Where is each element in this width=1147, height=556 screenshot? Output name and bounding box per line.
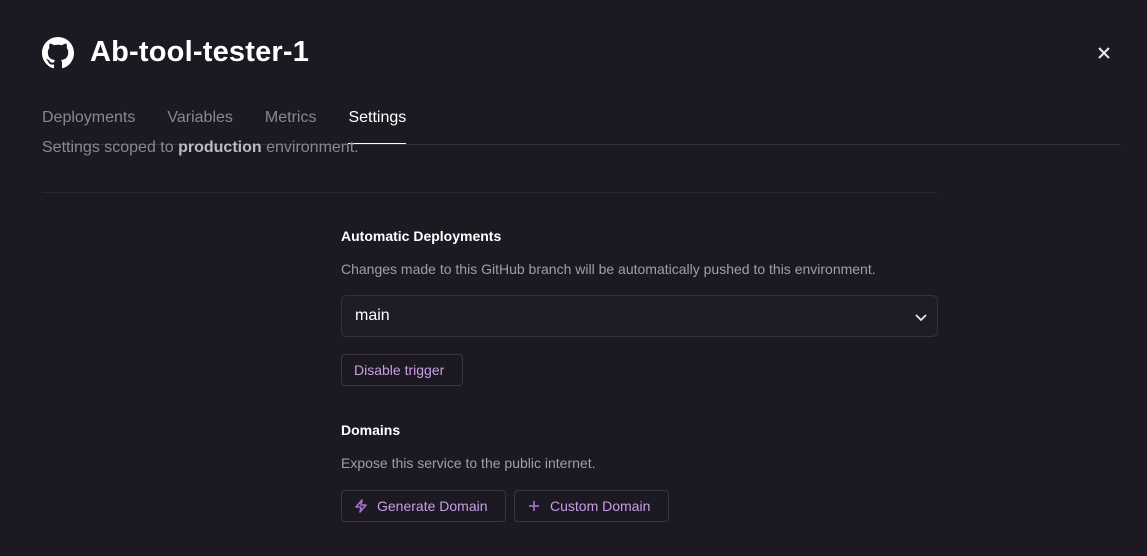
- section-divider: [42, 192, 937, 193]
- auto-deploy-title: Automatic Deployments: [341, 228, 502, 244]
- auto-deploy-description: Changes made to this GitHub branch will …: [341, 261, 876, 277]
- scope-environment: production: [178, 139, 262, 156]
- tab-deployments[interactable]: Deployments: [42, 106, 135, 143]
- disable-trigger-label: Disable trigger: [354, 362, 445, 378]
- settings-scope-note: Settings scoped to production environmen…: [42, 139, 359, 157]
- custom-domain-button[interactable]: Custom Domain: [514, 490, 669, 522]
- github-icon: [42, 36, 74, 69]
- plus-icon: [527, 499, 541, 513]
- scope-prefix: Settings scoped to: [42, 139, 174, 156]
- branch-select[interactable]: main: [341, 295, 938, 337]
- custom-domain-label: Custom Domain: [550, 498, 651, 514]
- domains-description: Expose this service to the public intern…: [341, 455, 596, 471]
- chevron-down-icon: [914, 310, 928, 324]
- close-icon: [1098, 47, 1110, 59]
- scope-suffix: environment.: [266, 139, 359, 156]
- disable-trigger-button[interactable]: Disable trigger: [341, 354, 463, 386]
- domains-title: Domains: [341, 422, 401, 438]
- generate-domain-button[interactable]: Generate Domain: [341, 490, 506, 522]
- tab-metrics[interactable]: Metrics: [265, 106, 317, 143]
- close-button[interactable]: [1094, 43, 1114, 63]
- tab-variables[interactable]: Variables: [167, 106, 233, 143]
- lightning-icon: [354, 499, 368, 513]
- branch-select-value: main: [355, 307, 390, 324]
- generate-domain-label: Generate Domain: [377, 498, 488, 514]
- service-title: Ab-tool-tester-1: [90, 36, 310, 68]
- service-header: Ab-tool-tester-1: [42, 36, 309, 69]
